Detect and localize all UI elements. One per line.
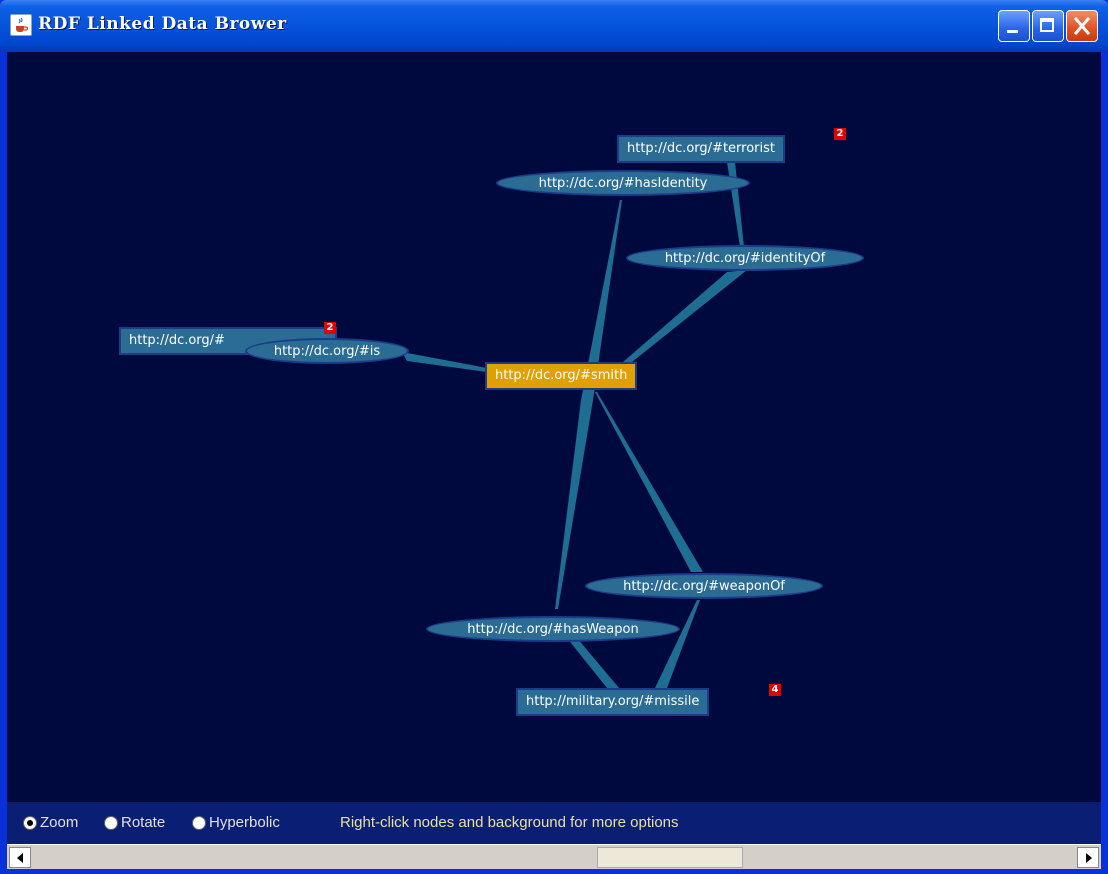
node-hasweapon[interactable]: http://dc.org/#hasWeapon	[426, 616, 680, 642]
window-title: RDF Linked Data Brower	[38, 14, 287, 34]
node-hasidentity[interactable]: http://dc.org/#hasIdentity	[496, 170, 750, 196]
radio-icon[interactable]	[104, 815, 118, 830]
edge-terrorist-identityof	[727, 162, 744, 247]
app-window: RDF Linked Data Brower http://dc.org/#te…	[0, 0, 1108, 874]
control-panel: Zoom Rotate Hyperbolic Right-click nodes…	[7, 802, 1101, 844]
horizontal-scrollbar[interactable]	[7, 844, 1101, 869]
java-cup-icon[interactable]	[10, 14, 32, 36]
zoom-radio[interactable]: Zoom	[23, 814, 78, 831]
node-terrorist[interactable]: http://dc.org/#terrorist	[617, 135, 786, 163]
radio-selected-icon[interactable]	[23, 815, 37, 830]
scroll-left-arrow-icon[interactable]	[9, 847, 31, 868]
node-terrorist-badge: 2	[834, 128, 846, 140]
node-left-rect-badge: 2	[324, 322, 336, 334]
edge-hasweapon-missile	[567, 638, 619, 688]
window-border	[0, 869, 1108, 874]
rotate-radio[interactable]: Rotate	[104, 814, 165, 831]
scroll-right-arrow-icon[interactable]	[1077, 847, 1099, 868]
title-bar[interactable]: RDF Linked Data Brower	[0, 0, 1108, 52]
node-is[interactable]: http://dc.org/#is	[245, 338, 409, 364]
zoom-label: Zoom	[40, 814, 79, 831]
hyperbolic-label: Hyperbolic	[209, 814, 280, 831]
node-missile-badge: 4	[769, 684, 781, 696]
minimize-icon[interactable]	[998, 10, 1030, 42]
edge-smith-weaponof	[595, 392, 703, 572]
radio-icon[interactable]	[192, 815, 206, 830]
scroll-thumb[interactable]	[597, 847, 743, 868]
maximize-icon[interactable]	[1032, 10, 1064, 42]
hint-text: Right-click nodes and background for mor…	[340, 814, 679, 831]
node-weaponof[interactable]: http://dc.org/#weaponOf	[585, 573, 823, 599]
hyperbolic-radio[interactable]: Hyperbolic	[192, 814, 280, 831]
rotate-label: Rotate	[121, 814, 166, 831]
node-missile[interactable]: http://military.org/#missile	[516, 688, 710, 716]
node-smith[interactable]: http://dc.org/#smith	[485, 362, 638, 390]
graph-canvas[interactable]: http://dc.org/#terrorist 2 http://dc.org…	[7, 52, 1101, 802]
edge-weaponof-missile	[655, 600, 700, 688]
node-identityof[interactable]: http://dc.org/#identityOf	[626, 245, 864, 271]
edge-smith-hasweapon	[555, 400, 593, 609]
edge-is-smith	[402, 352, 487, 372]
close-icon[interactable]	[1066, 10, 1098, 42]
